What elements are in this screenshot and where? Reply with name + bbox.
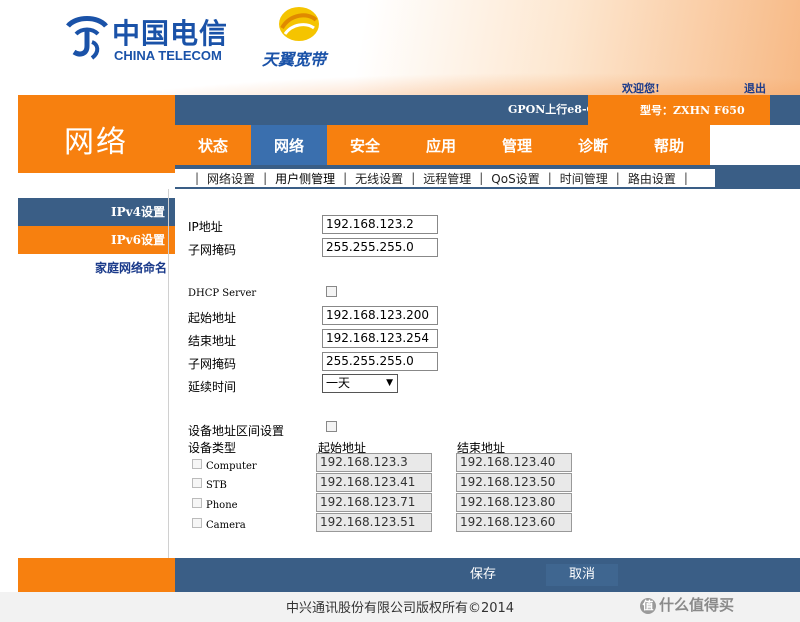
tab-network[interactable]: 网络 [251, 125, 327, 165]
dhcp-subnet-mask-input[interactable]: 255.255.255.0 [322, 352, 438, 371]
sub-nav-separator: | [411, 171, 416, 185]
welcome-text: 欢迎您! [622, 82, 660, 95]
dropdown-arrow-icon: ▼ [386, 378, 393, 388]
device-end-input[interactable]: 192.168.123.80 [456, 493, 572, 512]
subtab-routing-settings[interactable]: 路由设置 [628, 170, 676, 187]
china-telecom-mark-icon [66, 16, 108, 60]
device-name: Camera [206, 520, 246, 531]
device-end-input[interactable]: 192.168.123.50 [456, 473, 572, 492]
subtab-time-management[interactable]: 时间管理 [560, 170, 608, 187]
sub-nav-separator: | [479, 171, 484, 185]
gpon-text: GPON上行e8-C [508, 103, 596, 116]
device-checkbox-stb[interactable] [192, 478, 202, 488]
device-start-input[interactable]: 192.168.123.3 [316, 453, 432, 472]
watermark-text: 什么值得买 [659, 596, 735, 614]
sub-nav-separator: | [263, 171, 268, 185]
device-start-input[interactable]: 192.168.123.71 [316, 493, 432, 512]
header-banner: 中国电信 CHINA TELECOM 天翼宽带 欢迎您! 退出 [0, 0, 800, 95]
china-telecom-cn: 中国电信 [112, 17, 229, 50]
watermark-badge-icon: 值 [640, 597, 656, 614]
device-name: STB [206, 480, 227, 491]
model-box: 型号：ZXHN F650 [588, 95, 770, 125]
device-start-input[interactable]: 192.168.123.51 [316, 513, 432, 532]
tab-management[interactable]: 管理 [479, 125, 555, 165]
device-range-checkbox[interactable] [326, 421, 337, 432]
sub-nav: | 网络设置 | 用户侧管理 | 无线设置 | 远程管理 | QoS设置 | 时… [175, 165, 800, 189]
sidebar-item-ipv4[interactable]: IPv4设置 [18, 198, 175, 226]
device-checkbox-computer[interactable] [192, 459, 202, 469]
dhcp-server-checkbox[interactable] [326, 286, 337, 297]
sidebar-item-home-network-name[interactable]: 家庭网络命名 [18, 254, 175, 282]
tab-help[interactable]: 帮助 [631, 125, 707, 165]
dhcp-subnet-mask-label: 子网掩码 [188, 357, 237, 371]
section-title-block: 网络 [18, 95, 175, 173]
device-checkbox-phone[interactable] [192, 498, 202, 508]
bottom-left-block [18, 558, 175, 592]
ip-address-input[interactable]: 192.168.123.2 [322, 215, 438, 234]
subnet-mask-input[interactable]: 255.255.255.0 [322, 238, 438, 257]
main-nav-tail [710, 125, 800, 165]
sub-nav-separator: | [343, 171, 348, 185]
watermark: 值什么值得买 [640, 594, 734, 615]
device-type-header: 设备类型 [188, 441, 237, 455]
section-title: 网络 [64, 125, 128, 160]
sub-nav-separator: | [547, 171, 552, 185]
sidebar-item-ipv6[interactable]: IPv6设置 [18, 226, 175, 254]
dhcp-server-label: DHCP Server [188, 288, 257, 299]
subtab-lan-management[interactable]: 用户侧管理 [275, 170, 335, 187]
sidebar-divider [168, 189, 169, 559]
device-range-label: 设备地址区间设置 [188, 424, 285, 438]
lease-time-value: 一天 [326, 376, 351, 390]
ip-address-label: IP地址 [188, 220, 223, 234]
device-start-input[interactable]: 192.168.123.41 [316, 473, 432, 492]
tab-application[interactable]: 应用 [403, 125, 479, 165]
lease-time-label: 延续时间 [188, 380, 237, 394]
china-telecom-en: CHINA TELECOM [114, 48, 222, 63]
lease-time-select[interactable]: 一天 ▼ [322, 374, 398, 393]
end-address-label: 结束地址 [188, 334, 237, 348]
main-nav-tabs: 状态 网络 安全 应用 管理 诊断 帮助 [175, 125, 710, 165]
logout-link[interactable]: 退出 [744, 80, 766, 95]
sub-nav-separator: | [683, 171, 688, 185]
device-name: Computer [206, 461, 257, 472]
tianyi-brand-text: 天翼宽带 [262, 50, 327, 69]
sub-nav-separator: | [195, 171, 200, 185]
subtab-remote-management[interactable]: 远程管理 [423, 170, 471, 187]
subnet-mask-label: 子网掩码 [188, 243, 237, 257]
dhcp-end-input[interactable]: 192.168.123.254 [322, 329, 438, 348]
device-end-input[interactable]: 192.168.123.60 [456, 513, 572, 532]
tianyi-sun-icon [279, 7, 319, 41]
model-text: 型号：ZXHN F650 [640, 104, 745, 117]
device-end-input[interactable]: 192.168.123.40 [456, 453, 572, 472]
sub-nav-list: | 网络设置 | 用户侧管理 | 无线设置 | 远程管理 | QoS设置 | 时… [175, 169, 715, 187]
save-button[interactable]: 保存 [445, 564, 521, 586]
main-nav: 状态 网络 安全 应用 管理 诊断 帮助 [175, 125, 800, 165]
subtab-network-settings[interactable]: 网络设置 [207, 170, 255, 187]
subtab-qos-settings[interactable]: QoS设置 [491, 170, 539, 187]
subtab-wireless-settings[interactable]: 无线设置 [355, 170, 403, 187]
cancel-button[interactable]: 取消 [546, 564, 618, 586]
tab-diagnostics[interactable]: 诊断 [555, 125, 631, 165]
tab-status[interactable]: 状态 [175, 125, 251, 165]
tab-security[interactable]: 安全 [327, 125, 403, 165]
device-name: Phone [206, 500, 238, 511]
start-address-label: 起始地址 [188, 311, 237, 325]
dhcp-start-input[interactable]: 192.168.123.200 [322, 306, 438, 325]
device-checkbox-camera[interactable] [192, 518, 202, 528]
tianyi-logo: 天翼宽带 [260, 4, 340, 69]
china-telecom-logo: 中国电信 CHINA TELECOM [62, 10, 242, 65]
sub-nav-separator: | [615, 171, 620, 185]
